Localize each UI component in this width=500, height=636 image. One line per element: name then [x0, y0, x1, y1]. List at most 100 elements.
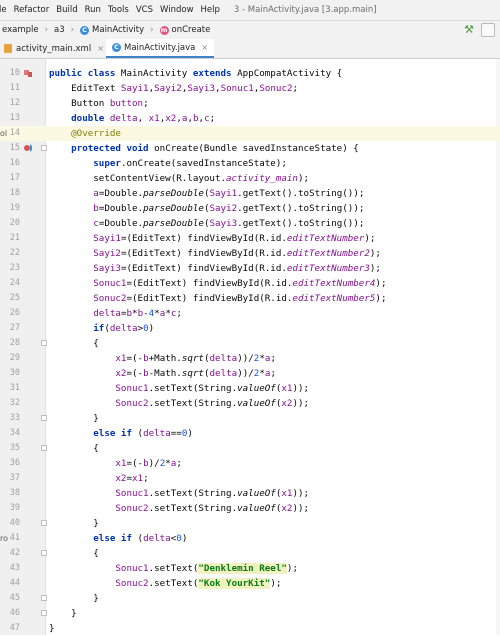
- code-line[interactable]: 28 {: [0, 336, 500, 351]
- line-number: 12: [9, 98, 20, 108]
- code-line[interactable]: 20 c=Double.parseDouble(Sayi3.getText().…: [0, 216, 500, 231]
- menu-window[interactable]: Window: [160, 5, 194, 15]
- menu-help[interactable]: Help: [201, 5, 220, 15]
- code-line[interactable]: 45 }: [0, 591, 500, 606]
- code-line[interactable]: 17 setContentView(R.layout.activity_main…: [0, 171, 500, 186]
- code-line[interactable]: 38 Sonuc1.setText(String.valueOf(x1));: [0, 486, 500, 501]
- fold-toggle[interactable]: [41, 445, 47, 451]
- code-line[interactable]: 42 {: [0, 546, 500, 561]
- breadcrumb-label: example: [2, 25, 39, 35]
- tab-mainactivity-java[interactable]: C MainActivity.java ×: [106, 39, 215, 58]
- code-line[interactable]: 30 x2=(-b-Math.sqrt(delta))/2*a;: [0, 366, 500, 381]
- code-line[interactable]: 32 Sonuc2.setText(String.valueOf(x2));: [0, 396, 500, 411]
- close-icon[interactable]: ×: [97, 44, 104, 53]
- fold-toggle[interactable]: [41, 415, 47, 421]
- code-text: Sonuc2=(EditText) findViewById(R.id.edit…: [93, 293, 387, 304]
- fold-toggle[interactable]: [41, 610, 47, 616]
- xml-file-icon: [4, 44, 12, 53]
- code-line[interactable]: 43 Sonuc1.setText("Denklemin Reel");: [0, 561, 500, 576]
- line-number: 43: [9, 563, 20, 573]
- code-text: }: [49, 518, 99, 529]
- fold-toggle[interactable]: [41, 340, 47, 346]
- breadcrumb-oncreate[interactable]: m onCreate: [159, 25, 211, 35]
- fold-toggle[interactable]: [41, 550, 47, 556]
- code-line[interactable]: 23 Sayi3=(EditText) findViewById(R.id.ed…: [0, 261, 500, 276]
- menu-build[interactable]: Build: [56, 5, 77, 15]
- code-line[interactable]: 39 Sonuc2.setText(String.valueOf(x2));: [0, 501, 500, 516]
- breadcrumb-separator: ›: [44, 25, 48, 35]
- menu-file[interactable]: le: [0, 5, 7, 15]
- line-number: 34: [9, 428, 20, 438]
- code-line[interactable]: 31 Sonuc1.setText(String.valueOf(x1));: [0, 381, 500, 396]
- line-number: 30: [9, 368, 20, 378]
- code-line[interactable]: 27 if(delta>0): [0, 321, 500, 336]
- code-line[interactable]: 34 else if (delta==0): [0, 426, 500, 441]
- code-line[interactable]: 46 }: [0, 606, 500, 621]
- code-line[interactable]: 33 }: [0, 411, 500, 426]
- code-text: Sayi1=(EditText) findViewById(R.id.editT…: [93, 233, 376, 244]
- code-line[interactable]: 35 {: [0, 441, 500, 456]
- code-text: c=Double.parseDouble(Sayi3.getText().toS…: [93, 218, 365, 229]
- line-number: 18: [9, 188, 20, 198]
- method-icon: m: [159, 25, 169, 35]
- code-line[interactable]: 19 b=Double.parseDouble(Sayi2.getText().…: [0, 201, 500, 216]
- menu-tools[interactable]: Tools: [108, 5, 129, 15]
- code-line[interactable]: 12 Button button;: [0, 96, 500, 111]
- code-text: a=Double.parseDouble(Sayi1.getText().toS…: [93, 188, 365, 199]
- code-line[interactable]: 37 x2=x1;: [0, 471, 500, 486]
- class-icon: C: [112, 43, 121, 52]
- class-hierarchy-icon[interactable]: [24, 69, 32, 77]
- code-text: x1=(-b)/2*a;: [115, 458, 182, 469]
- close-icon[interactable]: ×: [201, 43, 208, 52]
- code-text: @Override: [71, 128, 121, 139]
- editor-tab-bar: activity_main.xml × C MainActivity.java …: [0, 39, 500, 59]
- code-line[interactable]: 18 a=Double.parseDouble(Sayi1.getText().…: [0, 186, 500, 201]
- fold-toggle[interactable]: [41, 595, 47, 601]
- code-text: {: [49, 338, 99, 349]
- line-number: 26: [9, 308, 20, 318]
- build-hammer-icon[interactable]: ⚒: [464, 23, 474, 36]
- fold-toggle[interactable]: [41, 145, 47, 151]
- code-line[interactable]: 29 x1=(-b+Math.sqrt(delta))/2*a;: [0, 351, 500, 366]
- run-config-dropdown[interactable]: [481, 23, 495, 37]
- menu-refactor[interactable]: Refactor: [14, 5, 50, 15]
- line-number: 42: [9, 548, 20, 558]
- breadcrumb-mainactivity[interactable]: C MainActivity: [80, 25, 144, 35]
- code-line[interactable]: 13 double delta, x1,x2,a,b,c;: [0, 111, 500, 126]
- menu-run[interactable]: Run: [85, 5, 101, 15]
- line-number: 29: [9, 353, 20, 363]
- code-text: Sonuc2.setText(String.valueOf(x2));: [115, 398, 310, 409]
- code-line-current[interactable]: ol 14 @Override: [0, 126, 500, 141]
- code-line[interactable]: 10 public class MainActivity extends AppC…: [0, 66, 500, 81]
- override-method-icon[interactable]: [24, 144, 32, 152]
- code-text: x2=(-b-Math.sqrt(delta))/2*a;: [115, 368, 276, 379]
- breadcrumb-label: onCreate: [171, 25, 211, 35]
- code-line[interactable]: 21 Sayi1=(EditText) findViewById(R.id.ed…: [0, 231, 500, 246]
- code-text: if(delta>0): [93, 323, 155, 334]
- code-line[interactable]: 26 delta=b*b-4*a*c;: [0, 306, 500, 321]
- breadcrumb-example[interactable]: example: [2, 25, 39, 35]
- window-title: 3 - MainActivity.java [3.app.main]: [233, 5, 377, 15]
- line-number: 25: [9, 293, 20, 303]
- fold-toggle[interactable]: [41, 520, 47, 526]
- line-number: 31: [9, 383, 20, 393]
- code-line[interactable]: 22 Sayi2=(EditText) findViewById(R.id.ed…: [0, 246, 500, 261]
- menu-vcs[interactable]: VCS: [136, 5, 153, 15]
- breadcrumb-a3[interactable]: a3: [54, 25, 65, 35]
- code-text: {: [49, 443, 99, 454]
- code-line[interactable]: ro 41 else if (delta<0): [0, 531, 500, 546]
- code-line[interactable]: 24 Sonuc1=(EditText) findViewById(R.id.e…: [0, 276, 500, 291]
- code-line[interactable]: 11 EditText Sayi1,Sayi2,Sayi3,Sonuc1,Son…: [0, 81, 500, 96]
- code-line[interactable]: 44 Sonuc2.setText("Kok YourKit");: [0, 576, 500, 591]
- code-line[interactable]: 36 x1=(-b)/2*a;: [0, 456, 500, 471]
- code-line[interactable]: 25 Sonuc2=(EditText) findViewById(R.id.e…: [0, 291, 500, 306]
- code-line[interactable]: 47}: [0, 621, 500, 636]
- tab-activity-main-xml[interactable]: activity_main.xml ×: [4, 39, 104, 58]
- code-line[interactable]: 40 }: [0, 516, 500, 531]
- line-number: 17: [9, 173, 20, 183]
- code-line[interactable]: 16 super.onCreate(savedInstanceState);: [0, 156, 500, 171]
- code-text: Sonuc1.setText("Denklemin Reel");: [115, 563, 298, 574]
- line-number: 28: [9, 338, 20, 348]
- code-line[interactable]: 15 protected void onCreate(Bundle savedI…: [0, 141, 500, 156]
- code-editor[interactable]: 10 public class MainActivity extends AppC…: [0, 59, 500, 635]
